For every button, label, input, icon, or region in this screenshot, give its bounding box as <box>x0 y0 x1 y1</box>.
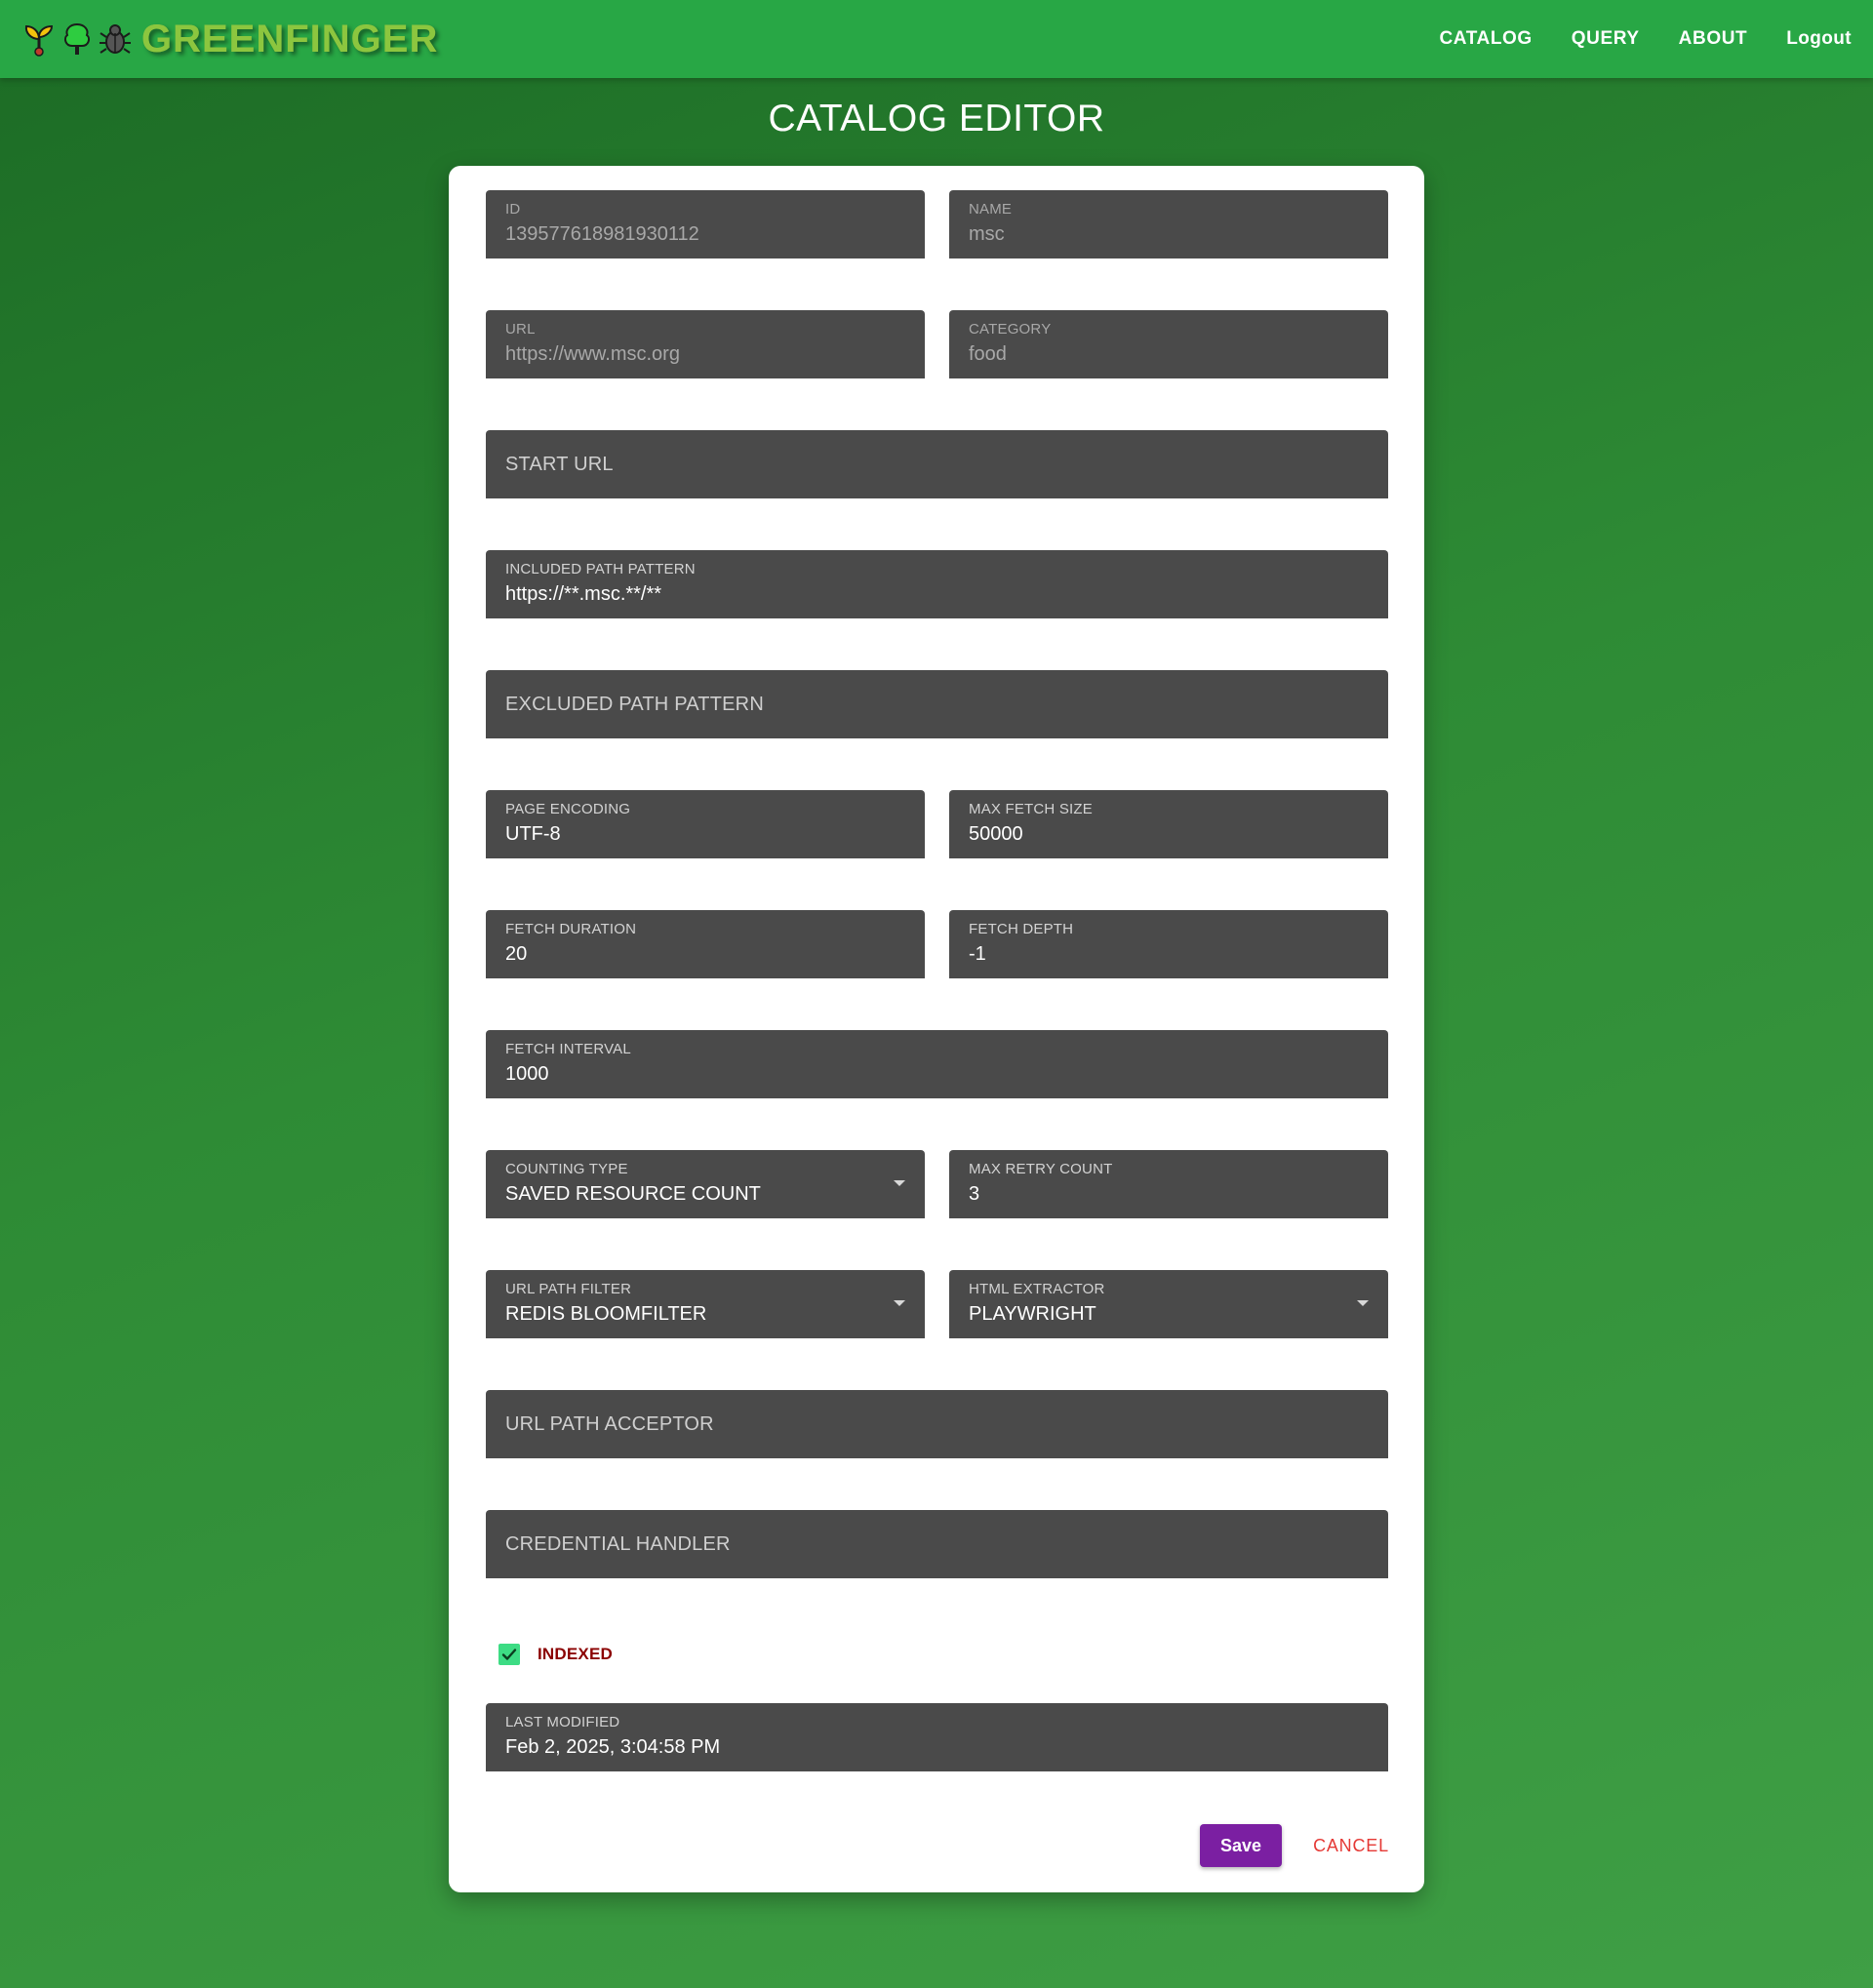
excluded-path-pattern-label: EXCLUDED PATH PATTERN <box>505 694 764 715</box>
fetch-interval-label: FETCH INTERVAL <box>505 1041 631 1057</box>
url-label: URL <box>505 321 536 338</box>
id-field[interactable]: ID 139577618981930112 <box>486 190 925 258</box>
dropdown-arrow-icon[interactable] <box>1357 1300 1369 1306</box>
dropdown-arrow-icon[interactable] <box>894 1300 905 1306</box>
page-encoding-label: PAGE ENCODING <box>505 801 631 817</box>
save-button[interactable]: Save <box>1200 1824 1282 1867</box>
counting-type-value: SAVED RESOURCE COUNT <box>505 1183 761 1205</box>
fetch-depth-value: -1 <box>969 943 986 965</box>
last-modified-label: LAST MODIFIED <box>505 1714 620 1730</box>
max-retry-count-label: MAX RETRY COUNT <box>969 1161 1113 1177</box>
category-field[interactable]: CATEGORY food <box>949 310 1388 378</box>
sprout-icon <box>21 21 57 57</box>
nav-about[interactable]: ABOUT <box>1679 28 1748 50</box>
credential-handler-field[interactable]: CREDENTIAL HANDLER <box>486 1510 1388 1578</box>
max-fetch-size-field[interactable]: MAX FETCH SIZE 50000 <box>949 790 1388 858</box>
indexed-checkbox[interactable] <box>498 1644 520 1665</box>
name-value: msc <box>969 223 1005 245</box>
name-field[interactable]: NAME msc <box>949 190 1388 258</box>
included-path-pattern-value: https://**.msc.**/** <box>505 583 662 605</box>
nav-catalog[interactable]: CATALOG <box>1439 28 1532 50</box>
fetch-duration-field[interactable]: FETCH DURATION 20 <box>486 910 925 978</box>
main-nav: CATALOG QUERY ABOUT Logout <box>1400 0 1852 78</box>
indexed-label: INDEXED <box>538 1645 613 1663</box>
max-retry-count-value: 3 <box>969 1183 980 1205</box>
id-value: 139577618981930112 <box>505 223 699 245</box>
brand-name: GREENFINGER <box>141 17 439 60</box>
fetch-depth-field[interactable]: FETCH DEPTH -1 <box>949 910 1388 978</box>
dropdown-arrow-icon[interactable] <box>894 1180 905 1186</box>
cancel-button[interactable]: CANCEL <box>1297 1824 1405 1867</box>
page-encoding-field[interactable]: PAGE ENCODING UTF-8 <box>486 790 925 858</box>
counting-type-label: COUNTING TYPE <box>505 1161 628 1177</box>
max-fetch-size-value: 50000 <box>969 823 1023 845</box>
url-path-acceptor-field[interactable]: URL PATH ACCEPTOR <box>486 1390 1388 1458</box>
excluded-path-pattern-field[interactable]: EXCLUDED PATH PATTERN <box>486 670 1388 738</box>
html-extractor-select[interactable]: HTML EXTRACTOR PLAYWRIGHT <box>949 1270 1388 1338</box>
name-label: NAME <box>969 201 1013 218</box>
fetch-depth-label: FETCH DEPTH <box>969 921 1074 937</box>
url-path-filter-value: REDIS BLOOMFILTER <box>505 1303 707 1325</box>
category-value: food <box>969 343 1007 365</box>
tree-icon <box>60 21 95 57</box>
url-path-filter-label: URL PATH FILTER <box>505 1281 632 1297</box>
counting-type-select[interactable]: COUNTING TYPE SAVED RESOURCE COUNT <box>486 1150 925 1218</box>
html-extractor-value: PLAYWRIGHT <box>969 1303 1096 1325</box>
fetch-duration-label: FETCH DURATION <box>505 921 637 937</box>
max-retry-count-field[interactable]: MAX RETRY COUNT 3 <box>949 1150 1388 1218</box>
included-path-pattern-field[interactable]: INCLUDED PATH PATTERN https://**.msc.**/… <box>486 550 1388 618</box>
bug-icon <box>98 21 133 57</box>
included-path-pattern-label: INCLUDED PATH PATTERN <box>505 561 696 577</box>
id-label: ID <box>505 201 521 218</box>
indexed-checkbox-row[interactable]: INDEXED <box>498 1644 613 1665</box>
credential-handler-label: CREDENTIAL HANDLER <box>505 1533 731 1555</box>
category-label: CATEGORY <box>969 321 1052 338</box>
url-path-filter-select[interactable]: URL PATH FILTER REDIS BLOOMFILTER <box>486 1270 925 1338</box>
fetch-duration-value: 20 <box>505 943 528 965</box>
fetch-interval-value: 1000 <box>505 1063 549 1085</box>
max-fetch-size-label: MAX FETCH SIZE <box>969 801 1093 817</box>
nav-query[interactable]: QUERY <box>1572 28 1640 50</box>
checkmark-icon <box>501 1649 517 1660</box>
top-app-bar: GREENFINGER CATALOG QUERY ABOUT Logout <box>0 0 1873 78</box>
url-field[interactable]: URL https://www.msc.org <box>486 310 925 378</box>
start-url-label: START URL <box>505 454 614 475</box>
last-modified-value: Feb 2, 2025, 3:04:58 PM <box>505 1736 721 1758</box>
page-encoding-value: UTF-8 <box>505 823 561 845</box>
url-value: https://www.msc.org <box>505 343 680 365</box>
catalog-editor-card: ID 139577618981930112 NAME msc URL https… <box>449 166 1424 1892</box>
start-url-field[interactable]: START URL <box>486 430 1388 498</box>
fetch-interval-field[interactable]: FETCH INTERVAL 1000 <box>486 1030 1388 1098</box>
nav-logout[interactable]: Logout <box>1786 28 1852 50</box>
url-path-acceptor-label: URL PATH ACCEPTOR <box>505 1413 714 1435</box>
brand[interactable]: GREENFINGER <box>21 0 438 78</box>
last-modified-field[interactable]: LAST MODIFIED Feb 2, 2025, 3:04:58 PM <box>486 1703 1388 1771</box>
html-extractor-label: HTML EXTRACTOR <box>969 1281 1105 1297</box>
page-title: CATALOG EDITOR <box>768 98 1105 139</box>
